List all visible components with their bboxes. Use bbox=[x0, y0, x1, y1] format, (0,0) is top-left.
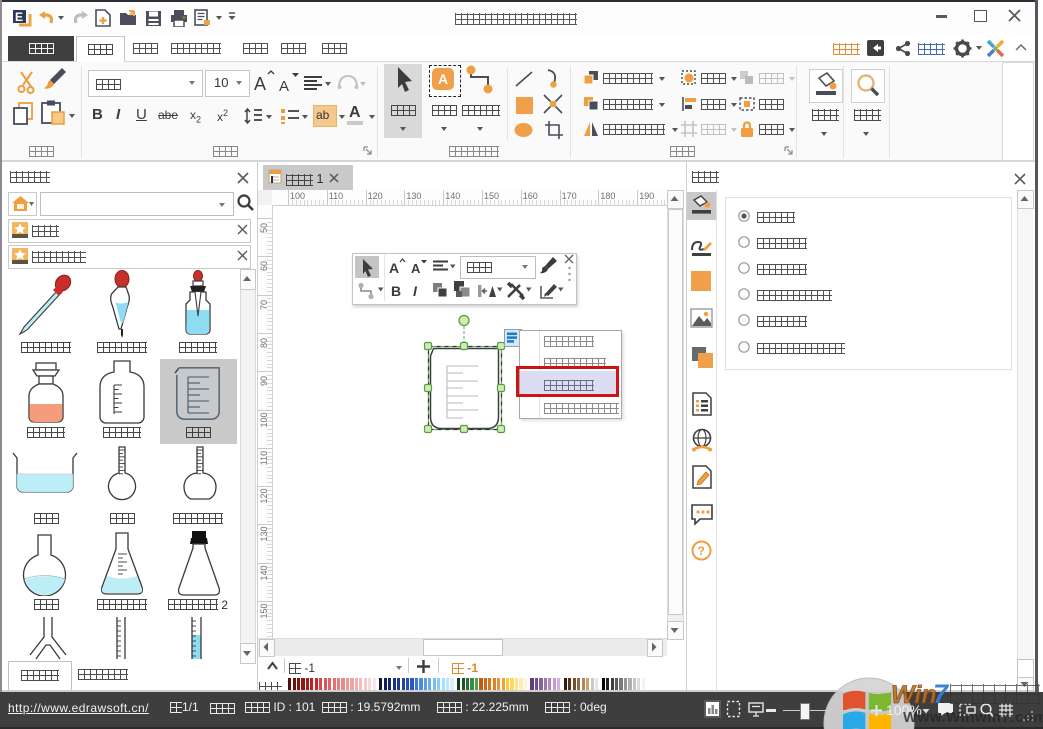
svg-text:A: A bbox=[389, 260, 399, 275]
svg-text:A: A bbox=[279, 78, 289, 94]
svg-text:A: A bbox=[254, 74, 266, 94]
svg-text:?: ? bbox=[698, 544, 705, 558]
svg-text:E: E bbox=[15, 10, 23, 24]
svg-text:A: A bbox=[411, 261, 421, 275]
